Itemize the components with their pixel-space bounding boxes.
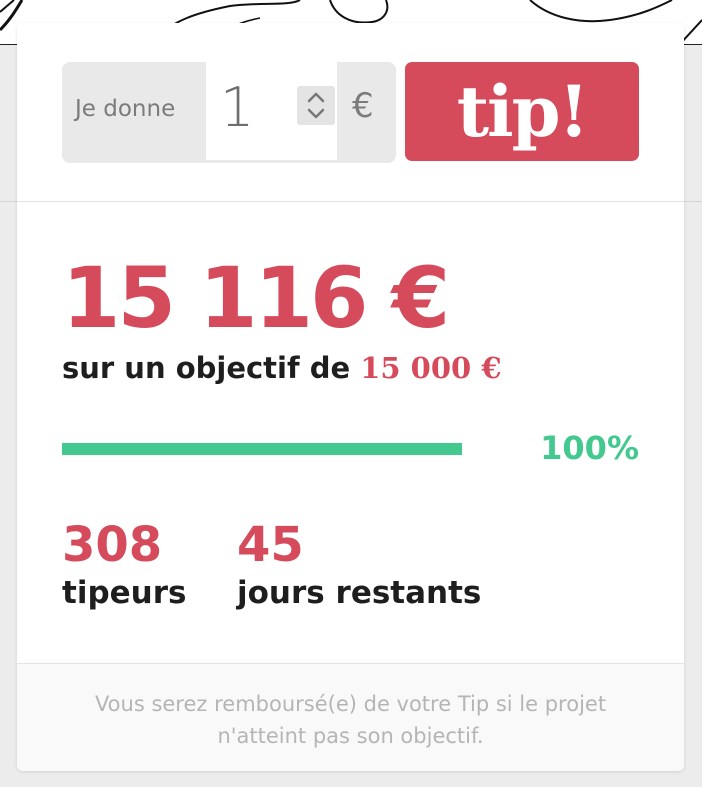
backers-count: 308 [62,517,163,573]
funding-progress-percent: 100% [540,429,639,467]
goal-amount: 15 000 € [360,351,502,385]
backers-stat: 308 tipeurs [62,517,186,613]
section-divider [17,201,684,202]
funding-goal: sur un objectif de 15 000 € [62,351,502,385]
days-left-label: jours restants [237,575,482,611]
funding-progress-fill [62,443,462,455]
tip-card: Je donne 1 € tip! 15 116 € sur un object… [17,23,684,771]
goal-prefix: sur un objectif de [62,351,351,385]
days-left-count: 45 [237,517,304,573]
tip-amount-value[interactable]: 1 [220,76,254,139]
chevron-up-down-icon[interactable] [306,91,326,120]
days-left-stat: 45 jours restants [237,517,481,613]
funding-progress-bar [62,443,462,455]
refund-notice-footer: Vous serez remboursé(e) de votre Tip si … [17,663,684,771]
amount-raised: 15 116 € [62,249,450,347]
refund-notice: Vous serez remboursé(e) de votre Tip si … [94,692,607,748]
backers-label: tipeurs [62,575,187,611]
tip-amount-group: Je donne 1 € [62,62,396,163]
tip-button[interactable]: tip! [405,62,639,161]
amount-stepper[interactable] [297,86,335,125]
tip-amount-input[interactable]: 1 [206,62,337,160]
give-label: Je donne [75,96,176,122]
currency-symbol: € [352,86,374,126]
